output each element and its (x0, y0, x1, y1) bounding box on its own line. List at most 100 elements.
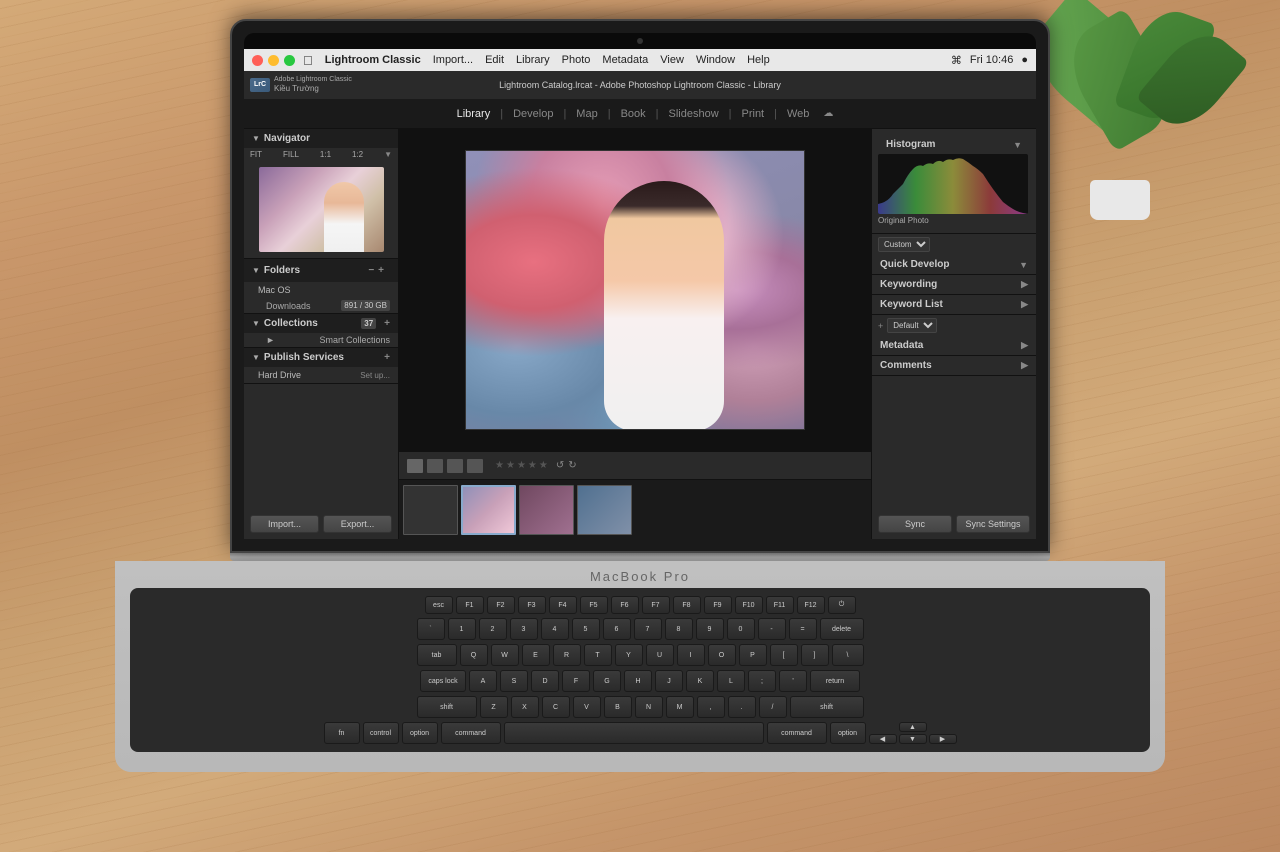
key-f4[interactable]: F4 (549, 596, 577, 614)
keyword-list-header[interactable]: Keyword List ▶ (872, 295, 1036, 314)
zoom-1-1[interactable]: 1:1 (320, 150, 331, 159)
library-menu[interactable]: Library (516, 54, 550, 66)
key-f8[interactable]: F8 (673, 596, 701, 614)
key-c[interactable]: C (542, 696, 570, 718)
key-w[interactable]: W (491, 644, 519, 666)
module-print[interactable]: Print (732, 99, 775, 128)
key-arrow-left[interactable]: ◀ (869, 734, 897, 744)
collections-plus-btn[interactable]: + (384, 318, 390, 329)
quick-develop-header[interactable]: Quick Develop ▼ (872, 255, 1036, 274)
key-z[interactable]: Z (480, 696, 508, 718)
sync-button[interactable]: Sync (878, 515, 952, 533)
key-p[interactable]: P (739, 644, 767, 666)
key-5[interactable]: 5 (572, 618, 600, 640)
filmstrip-thumb-3[interactable] (519, 485, 574, 535)
metadata-header[interactable]: Metadata ▶ (872, 336, 1036, 355)
module-map[interactable]: Map (566, 99, 607, 128)
hard-drive-setup[interactable]: Set up... (360, 371, 390, 380)
key-f5[interactable]: F5 (580, 596, 608, 614)
key-v[interactable]: V (573, 696, 601, 718)
key-f7[interactable]: F7 (642, 596, 670, 614)
module-slideshow[interactable]: Slideshow (659, 99, 729, 128)
app-name-menu[interactable]: Lightroom Classic (325, 54, 421, 66)
key-n[interactable]: N (635, 696, 663, 718)
key-equals[interactable]: = (789, 618, 817, 640)
file-menu[interactable]: Import... (433, 54, 473, 66)
key-return[interactable]: return (810, 670, 860, 692)
key-0[interactable]: 0 (727, 618, 755, 640)
key-m[interactable]: M (666, 696, 694, 718)
key-7[interactable]: 7 (634, 618, 662, 640)
compare-view-btn[interactable] (447, 459, 463, 473)
hard-drive-item[interactable]: Hard Drive Set up... (244, 367, 398, 383)
key-f3[interactable]: F3 (518, 596, 546, 614)
key-1[interactable]: 1 (448, 618, 476, 640)
key-b[interactable]: B (604, 696, 632, 718)
folder-downloads[interactable]: Downloads 891 / 30 GB (244, 298, 398, 313)
key-j[interactable]: J (655, 670, 683, 692)
key-backtick[interactable]: ` (417, 618, 445, 640)
search-icon[interactable]: ● (1021, 54, 1028, 66)
star-5[interactable]: ★ (539, 460, 548, 471)
photo-menu[interactable]: Photo (562, 54, 591, 66)
minimize-button[interactable] (268, 55, 279, 66)
key-rbracket[interactable]: ] (801, 644, 829, 666)
import-button[interactable]: Import... (250, 515, 319, 533)
key-fn[interactable]: fn (324, 722, 360, 744)
zoom-arrow[interactable]: ▼ (384, 150, 392, 159)
cloud-icon[interactable]: ☁ (823, 108, 833, 119)
key-tab[interactable]: tab (417, 644, 457, 666)
sync-settings-button[interactable]: Sync Settings (956, 515, 1030, 533)
filmstrip-thumb-4[interactable] (577, 485, 632, 535)
comments-header[interactable]: Comments ▶ (872, 356, 1036, 375)
key-option[interactable]: option (402, 722, 438, 744)
key-option-right[interactable]: option (830, 722, 866, 744)
key-caps[interactable]: caps lock (420, 670, 466, 692)
zoom-fit[interactable]: FIT (250, 150, 262, 159)
folders-header[interactable]: ▼ Folders − + (244, 259, 398, 282)
zoom-1-2[interactable]: 1:2 (352, 150, 363, 159)
module-library[interactable]: Library (447, 99, 501, 128)
publish-header[interactable]: ▼ Publish Services + (244, 348, 398, 367)
window-menu[interactable]: Window (696, 54, 735, 66)
key-space[interactable] (504, 722, 764, 744)
key-f[interactable]: F (562, 670, 590, 692)
key-command-right[interactable]: command (767, 722, 827, 744)
key-comma[interactable]: , (697, 696, 725, 718)
key-delete[interactable]: delete (820, 618, 864, 640)
key-esc[interactable]: esc (425, 596, 453, 614)
key-o[interactable]: O (708, 644, 736, 666)
key-period[interactable]: . (728, 696, 756, 718)
key-9[interactable]: 9 (696, 618, 724, 640)
help-menu[interactable]: Help (747, 54, 770, 66)
keywording-header[interactable]: Keywording ▶ (872, 275, 1036, 294)
module-develop[interactable]: Develop (503, 99, 563, 128)
key-g[interactable]: G (593, 670, 621, 692)
key-slash[interactable]: / (759, 696, 787, 718)
loupe-view-btn[interactable] (427, 459, 443, 473)
key-2[interactable]: 2 (479, 618, 507, 640)
smart-collections-item[interactable]: ► Smart Collections (244, 333, 398, 347)
folder-macos[interactable]: Mac OS (244, 282, 398, 298)
star-3[interactable]: ★ (517, 460, 526, 471)
key-f2[interactable]: F2 (487, 596, 515, 614)
key-f1[interactable]: F1 (456, 596, 484, 614)
key-f9[interactable]: F9 (704, 596, 732, 614)
navigator-header[interactable]: ▼ Navigator (244, 129, 398, 148)
key-4[interactable]: 4 (541, 618, 569, 640)
close-button[interactable] (252, 55, 263, 66)
export-button[interactable]: Export... (323, 515, 392, 533)
key-arrow-right[interactable]: ▶ (929, 734, 957, 744)
key-d[interactable]: D (531, 670, 559, 692)
key-i[interactable]: I (677, 644, 705, 666)
key-power[interactable]: ⏻ (828, 596, 856, 614)
edit-menu[interactable]: Edit (485, 54, 504, 66)
key-shift-left[interactable]: shift (417, 696, 477, 718)
key-control[interactable]: control (363, 722, 399, 744)
key-arrow-down[interactable]: ▼ (899, 734, 927, 744)
publish-plus-btn[interactable]: + (384, 352, 390, 363)
rotate-left-icon[interactable]: ↺ (556, 460, 564, 471)
key-u[interactable]: U (646, 644, 674, 666)
custom-select[interactable]: Custom (878, 237, 930, 252)
star-rating[interactable]: ★ ★ ★ ★ ★ (495, 460, 548, 471)
